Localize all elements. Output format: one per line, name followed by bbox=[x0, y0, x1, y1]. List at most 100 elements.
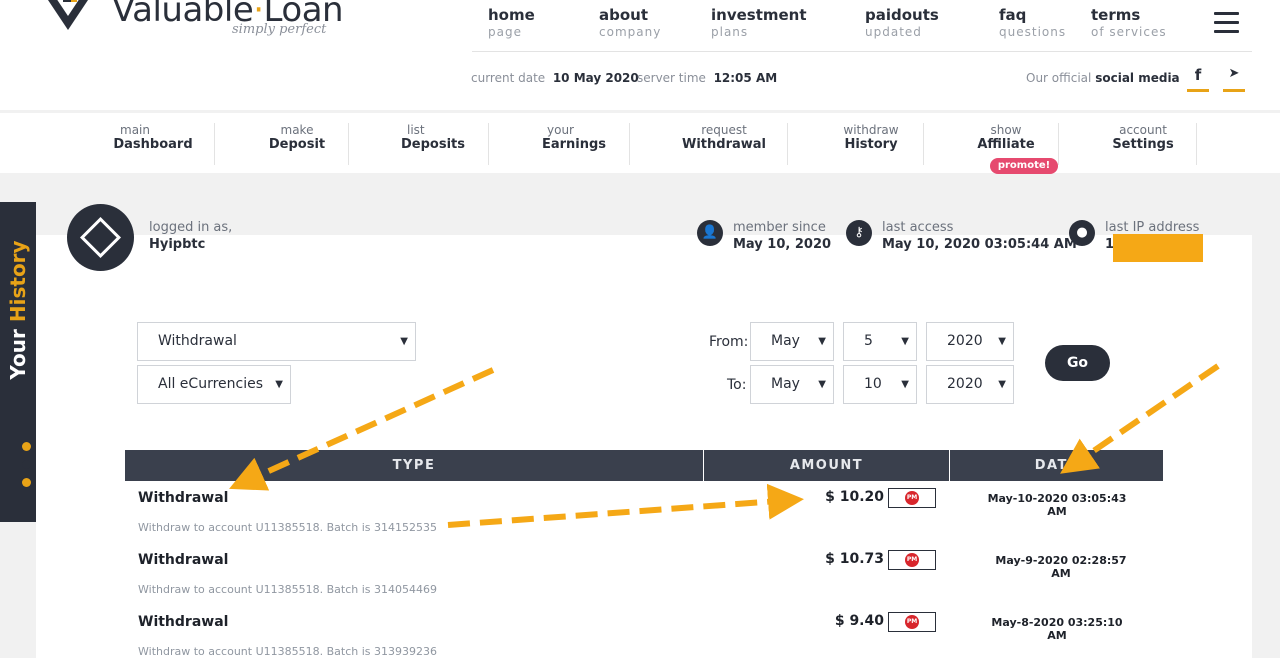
to-month-select[interactable]: May ▼ bbox=[750, 365, 834, 404]
account-nav-dashboard-title: Dashboard bbox=[113, 137, 193, 152]
key-icon: ⚷ bbox=[846, 220, 872, 246]
your-history-part1: Your bbox=[6, 329, 30, 380]
account-nav-earnings[interactable]: your Earnings bbox=[538, 123, 610, 165]
current-date-value: 10 May 2020 bbox=[552, 71, 639, 85]
nav-home[interactable]: home page bbox=[488, 6, 535, 39]
from-year-select[interactable]: 2020 ▼ bbox=[926, 322, 1014, 361]
account-nav-affiliate-title: Affiliate bbox=[977, 137, 1035, 152]
hamburger-menu-icon[interactable] bbox=[1214, 12, 1239, 33]
member-since: member since May 10, 2020 bbox=[733, 220, 831, 253]
chevron-down-icon: ▼ bbox=[998, 336, 1006, 347]
nav-about-sub: company bbox=[599, 25, 662, 39]
nav-terms[interactable]: terms of services bbox=[1091, 6, 1167, 39]
logged-in-label: logged in as, bbox=[149, 220, 233, 235]
account-nav-deposits[interactable]: list Deposits bbox=[398, 123, 468, 165]
current-date-label: current date bbox=[471, 71, 546, 85]
promote-badge[interactable]: promote! bbox=[990, 158, 1058, 174]
chevron-down-icon: ▼ bbox=[400, 336, 408, 347]
header-amount: AMOUNT bbox=[703, 450, 949, 481]
account-nav-sep bbox=[214, 123, 215, 165]
from-day-value: 5 bbox=[864, 333, 873, 349]
account-nav-withdrawal-title: Withdrawal bbox=[682, 137, 766, 152]
brand-logo-icon[interactable] bbox=[36, 0, 100, 32]
nav-about-title: about bbox=[599, 6, 649, 24]
to-day-select[interactable]: 10 ▼ bbox=[843, 365, 917, 404]
telegram-icon[interactable]: ➤ bbox=[1223, 66, 1245, 92]
avatar[interactable] bbox=[67, 204, 134, 271]
perfect-money-icon: PM bbox=[888, 612, 936, 632]
redaction-box bbox=[1113, 234, 1203, 262]
perfect-money-icon: PM bbox=[888, 550, 936, 570]
history-table-header: TYPE AMOUNT DATE bbox=[125, 450, 1163, 481]
account-nav-withdrawal-sub: request bbox=[701, 123, 747, 137]
nav-paidouts[interactable]: paidouts updated bbox=[865, 6, 939, 39]
from-day-select[interactable]: 5 ▼ bbox=[843, 322, 917, 361]
account-nav-sep bbox=[348, 123, 349, 165]
row-type: Withdrawal bbox=[138, 552, 229, 568]
account-nav: main Dashboard make Deposit list Deposits y… bbox=[0, 113, 1280, 174]
account-nav-deposit[interactable]: make Deposit bbox=[260, 123, 334, 165]
nav-investment-sub: plans bbox=[711, 25, 749, 39]
nav-paidouts-sub: updated bbox=[865, 25, 922, 39]
type-select[interactable]: Withdrawal ▼ bbox=[137, 322, 416, 361]
header-date: DATE bbox=[949, 450, 1163, 481]
nav-investment[interactable]: investment plans bbox=[711, 6, 807, 39]
account-nav-settings-title: Settings bbox=[1112, 137, 1174, 152]
perfect-money-icon: PM bbox=[888, 488, 936, 508]
nav-faq-title: faq bbox=[999, 6, 1027, 24]
to-day-value: 10 bbox=[864, 376, 882, 392]
nav-paidouts-title: paidouts bbox=[865, 6, 939, 24]
perfect-money-badge: PM bbox=[905, 491, 919, 505]
row-type: Withdrawal bbox=[138, 490, 229, 506]
row-type: Withdrawal bbox=[138, 614, 229, 630]
account-nav-deposits-title: Deposits bbox=[401, 137, 465, 152]
social-prefix: Our official bbox=[1026, 71, 1092, 85]
account-nav-history[interactable]: withdraw History bbox=[836, 123, 906, 165]
account-nav-sep bbox=[1058, 123, 1059, 165]
nav-faq-sub: questions bbox=[999, 25, 1067, 39]
account-nav-dashboard[interactable]: main Dashboard bbox=[110, 123, 196, 165]
chevron-down-icon: ▼ bbox=[901, 379, 909, 390]
logged-in-as: logged in as, Hyipbtc bbox=[149, 220, 232, 253]
chevron-down-icon: ▼ bbox=[275, 379, 283, 390]
chevron-down-icon: ▼ bbox=[901, 336, 909, 347]
from-label: From: bbox=[709, 334, 749, 350]
account-nav-sep bbox=[488, 123, 489, 165]
to-year-select[interactable]: 2020 ▼ bbox=[926, 365, 1014, 404]
facebook-icon[interactable]: f bbox=[1187, 66, 1209, 92]
telegram-glyph: ➤ bbox=[1228, 66, 1240, 81]
last-access: last access May 10, 2020 03:05:44 AM bbox=[882, 220, 1077, 253]
nav-terms-title: terms bbox=[1091, 6, 1141, 24]
server-time: server time 12:05 AM bbox=[637, 71, 777, 85]
chevron-down-icon: ▼ bbox=[818, 336, 826, 347]
brand-tagline: simply perfect bbox=[232, 22, 327, 37]
account-nav-withdrawal[interactable]: request Withdrawal bbox=[680, 123, 768, 165]
to-label: To: bbox=[727, 377, 747, 393]
nav-about[interactable]: about company bbox=[599, 6, 661, 39]
account-nav-earnings-sub: your bbox=[547, 123, 574, 137]
chevron-down-icon: ▼ bbox=[998, 379, 1006, 390]
from-month-select[interactable]: May ▼ bbox=[750, 322, 834, 361]
social-bold: social media bbox=[1095, 71, 1180, 85]
account-nav-dashboard-sub: main bbox=[120, 123, 150, 137]
nav-faq[interactable]: faq questions bbox=[999, 6, 1066, 39]
row-date: May-8-2020 03:25:10 AM bbox=[991, 616, 1123, 642]
currency-select[interactable]: All eCurrencies ▼ bbox=[137, 365, 291, 404]
row-description: Withdraw to account U11385518. Batch is … bbox=[138, 583, 437, 596]
account-nav-settings[interactable]: account Settings bbox=[1108, 123, 1178, 165]
account-nav-deposit-sub: make bbox=[280, 123, 314, 137]
nav-divider bbox=[472, 51, 1252, 52]
row-description: Withdraw to account U11385518. Batch is … bbox=[138, 521, 437, 534]
from-year-value: 2020 bbox=[947, 333, 983, 349]
account-nav-settings-sub: account bbox=[1119, 123, 1167, 137]
your-history-tab: Your History bbox=[0, 202, 36, 522]
account-nav-earnings-title: Earnings bbox=[541, 137, 607, 152]
table-row: Withdrawal Withdraw to account U11385518… bbox=[125, 605, 1163, 658]
site-header: Valuable·Loan simply perfect home page ab… bbox=[0, 0, 1280, 110]
last-access-value: May 10, 2020 03:05:44 AM bbox=[882, 237, 1077, 252]
go-button[interactable]: Go bbox=[1045, 345, 1110, 381]
row-description: Withdraw to account U11385518. Batch is … bbox=[138, 645, 437, 658]
last-access-label: last access bbox=[882, 220, 954, 235]
account-nav-history-sub: withdraw bbox=[843, 123, 899, 137]
account-nav-sep bbox=[1196, 123, 1197, 165]
